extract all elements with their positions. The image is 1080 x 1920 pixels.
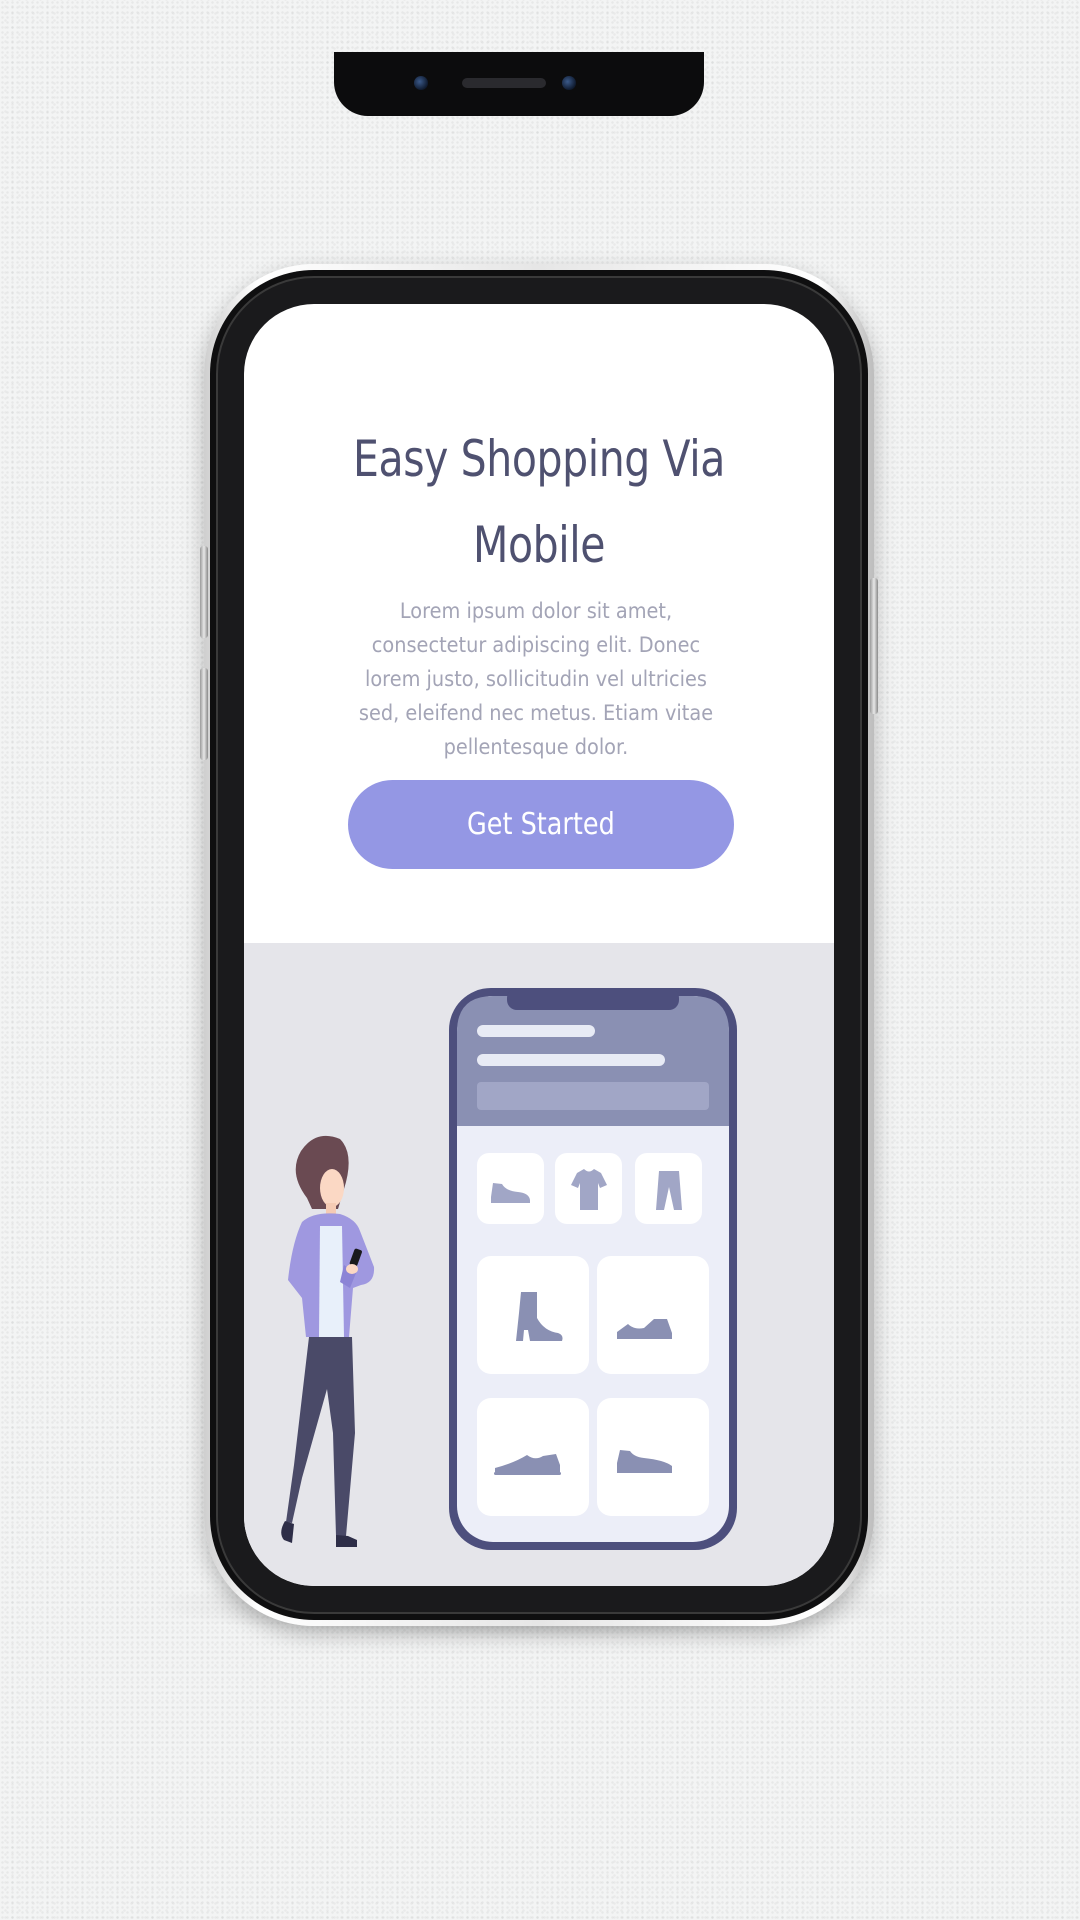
mute-switch xyxy=(200,546,208,638)
volume-button xyxy=(200,668,208,760)
speaker-grille xyxy=(462,78,546,88)
illustration-canvas xyxy=(281,988,737,1550)
phone-notch xyxy=(334,52,704,116)
title-line-1: Easy Shopping Via xyxy=(353,430,725,488)
phone-mockup: Easy Shopping Via Mobile Lorem ipsum dol… xyxy=(200,264,878,1626)
shopping-illustration xyxy=(244,943,834,1586)
illustration-phone xyxy=(449,988,737,1550)
get-started-label: Get Started xyxy=(467,807,615,842)
sensor-icon xyxy=(562,76,576,90)
page-title: Easy Shopping Via Mobile xyxy=(297,416,781,588)
camera-icon xyxy=(414,76,428,90)
woman-figure xyxy=(281,1135,375,1547)
description-text: Lorem ipsum dolor sit amet, consectetur … xyxy=(358,599,714,759)
get-started-button[interactable]: Get Started xyxy=(348,780,734,869)
title-line-2: Mobile xyxy=(472,516,606,574)
power-button xyxy=(870,578,878,714)
app-screen: Easy Shopping Via Mobile Lorem ipsum dol… xyxy=(244,304,834,1586)
